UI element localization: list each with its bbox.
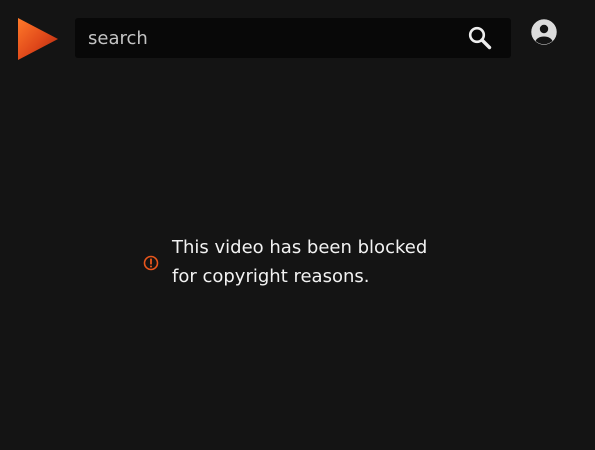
play-triangle-logo-icon[interactable]: [17, 17, 59, 61]
search-input[interactable]: [75, 18, 455, 58]
search-bar: [75, 18, 511, 58]
magnifier-icon: [468, 26, 492, 50]
search-button[interactable]: [465, 24, 495, 52]
blocked-message-line-2: for copyright reasons.: [172, 266, 370, 287]
account-button[interactable]: [530, 18, 558, 46]
warning-circle-icon: [143, 255, 159, 271]
blocked-message-line-1: This video has been blocked: [172, 237, 428, 258]
page: This video has been blocked for copyrigh…: [0, 0, 595, 450]
account-circle-icon: [531, 19, 557, 45]
blocked-notice: This video has been blocked for copyrigh…: [142, 233, 462, 293]
blocked-message: This video has been blocked for copyrigh…: [172, 233, 462, 291]
